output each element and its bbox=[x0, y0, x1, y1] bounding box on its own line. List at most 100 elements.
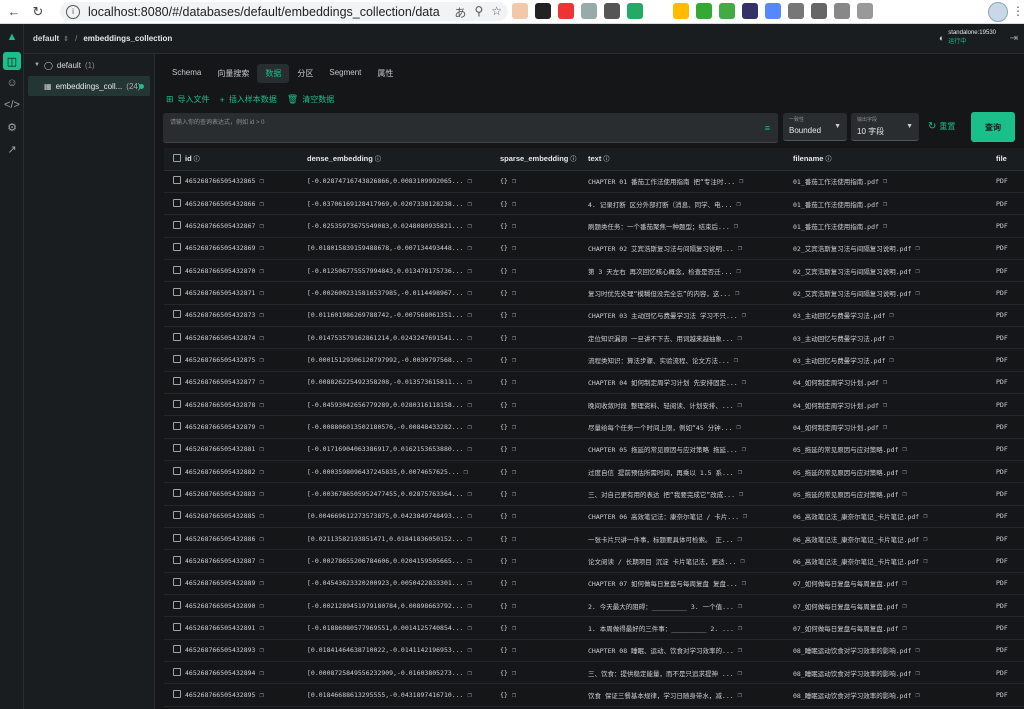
extension-icon[interactable] bbox=[673, 3, 689, 19]
filter-icon[interactable]: ≡ bbox=[765, 123, 770, 133]
table-row[interactable]: 465268766505432891 ❐ [-0.01886080577969551… bbox=[164, 616, 1024, 640]
copy-icon[interactable]: ❐ bbox=[512, 624, 516, 632]
copy-icon[interactable]: ❐ bbox=[883, 401, 887, 409]
copy-icon[interactable]: ❐ bbox=[468, 423, 472, 431]
copy-icon[interactable]: ❐ bbox=[468, 669, 472, 677]
row-checkbox[interactable] bbox=[173, 332, 181, 341]
copy-icon[interactable]: ❐ bbox=[512, 423, 516, 431]
reset-button[interactable]: ↻ 重置 bbox=[928, 121, 955, 132]
copy-icon[interactable]: ❐ bbox=[468, 602, 472, 610]
copy-icon[interactable]: ❐ bbox=[259, 646, 263, 654]
row-checkbox[interactable] bbox=[173, 265, 181, 274]
copy-icon[interactable]: ❐ bbox=[259, 579, 263, 587]
copy-icon[interactable]: ❐ bbox=[902, 468, 906, 476]
copy-icon[interactable]: ❐ bbox=[923, 535, 927, 543]
table-row[interactable]: 465268766505432879 ❐ [-0.00880601350218057… bbox=[164, 415, 1024, 439]
copy-icon[interactable]: ❐ bbox=[464, 468, 468, 476]
copy-icon[interactable]: ❐ bbox=[740, 557, 744, 565]
row-checkbox[interactable] bbox=[173, 220, 181, 229]
extension-icon[interactable] bbox=[719, 3, 735, 19]
extension-icon[interactable] bbox=[535, 3, 551, 19]
copy-icon[interactable]: ❐ bbox=[259, 401, 263, 409]
copy-icon[interactable]: ❐ bbox=[259, 356, 263, 364]
table-row[interactable]: 465268766505432874 ❐ [0.014753579162861214… bbox=[164, 326, 1024, 350]
table-row[interactable]: 465268766505432873 ❐ [0.011601986269788742… bbox=[164, 304, 1024, 327]
output-fields-select[interactable]: 输出字段 10 字段 ▼ bbox=[851, 113, 919, 141]
copy-icon[interactable]: ❐ bbox=[889, 334, 893, 342]
copy-icon[interactable]: ❐ bbox=[512, 401, 516, 409]
copy-icon[interactable]: ❐ bbox=[915, 267, 919, 275]
copy-icon[interactable]: ❐ bbox=[889, 356, 893, 364]
row-checkbox[interactable] bbox=[173, 421, 181, 430]
copy-icon[interactable]: ❐ bbox=[259, 289, 263, 297]
database-nav-icon[interactable]: ◫ bbox=[3, 52, 21, 70]
extension-icon[interactable] bbox=[581, 3, 597, 19]
copy-icon[interactable]: ❐ bbox=[742, 378, 746, 386]
info-icon[interactable]: ⓘ bbox=[570, 157, 576, 163]
users-nav-icon[interactable]: ☺ bbox=[0, 72, 24, 94]
row-checkbox[interactable] bbox=[173, 600, 181, 609]
export-nav-icon[interactable]: ↗ bbox=[0, 138, 24, 160]
copy-icon[interactable]: ❐ bbox=[468, 557, 472, 565]
site-info-icon[interactable]: i bbox=[66, 4, 80, 19]
table-row[interactable]: 465268766505432865 ❐ [-0.02874716743826866… bbox=[164, 170, 1024, 193]
copy-icon[interactable]: ❐ bbox=[512, 602, 516, 610]
copy-icon[interactable]: ❐ bbox=[468, 244, 472, 252]
copy-icon[interactable]: ❐ bbox=[734, 222, 738, 230]
row-checkbox[interactable] bbox=[173, 354, 181, 363]
logout-icon[interactable]: ⇥ bbox=[1010, 33, 1018, 44]
copy-icon[interactable]: ❐ bbox=[902, 579, 906, 587]
copy-icon[interactable]: ❐ bbox=[259, 490, 263, 498]
copy-icon[interactable]: ❐ bbox=[259, 445, 263, 453]
extension-icon[interactable] bbox=[765, 3, 781, 19]
copy-icon[interactable]: ❐ bbox=[883, 378, 887, 386]
table-row[interactable]: 465268766505432883 ❐ [-0.00367865059524774… bbox=[164, 482, 1024, 506]
copy-icon[interactable]: ❐ bbox=[512, 177, 516, 185]
copy-icon[interactable]: ❐ bbox=[736, 200, 740, 208]
profile-avatar[interactable] bbox=[988, 2, 1008, 22]
tab-segment[interactable]: Segment bbox=[321, 64, 369, 83]
table-row[interactable]: 465268766505432870 ❐ [-0.01250677555799484… bbox=[164, 259, 1024, 283]
address-bar[interactable]: i localhost:8080/#/databases/default/emb… bbox=[60, 2, 508, 21]
copy-icon[interactable]: ❐ bbox=[512, 646, 516, 654]
chevron-down-icon[interactable]: ▼ bbox=[34, 62, 40, 68]
row-checkbox[interactable] bbox=[173, 310, 181, 319]
query-button[interactable]: 查询 bbox=[971, 112, 1015, 142]
copy-icon[interactable]: ❐ bbox=[512, 669, 516, 677]
extensions-puzzle-icon[interactable] bbox=[788, 3, 804, 19]
copy-icon[interactable]: ❐ bbox=[738, 646, 742, 654]
table-row[interactable]: 465268766505432877 ❐ [0.008826225492358208… bbox=[164, 371, 1024, 394]
copy-icon[interactable]: ❐ bbox=[738, 401, 742, 409]
info-icon[interactable]: ⓘ bbox=[825, 157, 831, 163]
table-row[interactable]: 465268766505432890 ❐ [-0.00212894519791807… bbox=[164, 594, 1024, 618]
copy-icon[interactable]: ❐ bbox=[738, 691, 742, 699]
column-header-file[interactable]: file bbox=[996, 154, 1007, 163]
select-all-checkbox[interactable] bbox=[173, 153, 181, 162]
copy-icon[interactable]: ❐ bbox=[736, 267, 740, 275]
row-checkbox[interactable] bbox=[173, 198, 181, 207]
copy-icon[interactable]: ❐ bbox=[512, 535, 516, 543]
row-checkbox[interactable] bbox=[173, 645, 181, 654]
info-icon[interactable]: ⓘ bbox=[603, 157, 609, 163]
copy-icon[interactable]: ❐ bbox=[512, 691, 516, 699]
copy-icon[interactable]: ❐ bbox=[468, 311, 472, 319]
copy-icon[interactable]: ❐ bbox=[468, 624, 472, 632]
info-icon[interactable]: ⓘ bbox=[194, 157, 200, 163]
copy-icon[interactable]: ❐ bbox=[915, 646, 919, 654]
copy-icon[interactable]: ❐ bbox=[512, 468, 516, 476]
row-checkbox[interactable] bbox=[173, 466, 181, 475]
copy-icon[interactable]: ❐ bbox=[738, 468, 742, 476]
row-checkbox[interactable] bbox=[173, 287, 181, 296]
copy-icon[interactable]: ❐ bbox=[743, 512, 747, 520]
extension-icon[interactable] bbox=[696, 3, 712, 19]
copy-icon[interactable]: ❐ bbox=[512, 445, 516, 453]
row-checkbox[interactable] bbox=[173, 578, 181, 587]
tab-schema[interactable]: Schema bbox=[164, 64, 209, 83]
url-text[interactable]: localhost:8080/#/databases/default/embed… bbox=[88, 5, 440, 19]
copy-icon[interactable]: ❐ bbox=[512, 490, 516, 498]
table-row[interactable]: 465268766505432866 ❐ [-0.03706169128417969… bbox=[164, 192, 1024, 216]
copy-icon[interactable]: ❐ bbox=[468, 535, 472, 543]
copy-icon[interactable]: ❐ bbox=[259, 669, 263, 677]
copy-icon[interactable]: ❐ bbox=[259, 244, 263, 252]
copy-icon[interactable]: ❐ bbox=[738, 535, 742, 543]
